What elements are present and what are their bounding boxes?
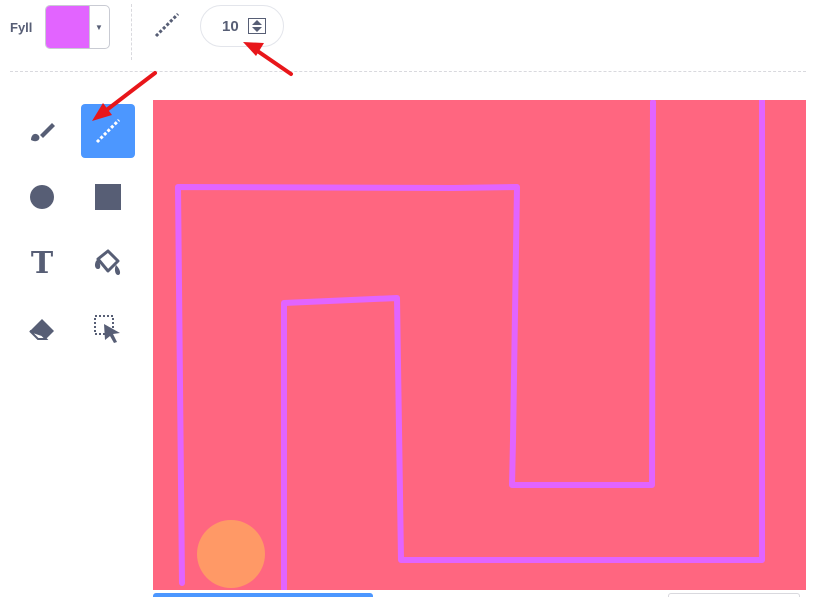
annotation-arrows: [92, 42, 293, 121]
bitmap-mode-button[interactable]: [153, 593, 373, 597]
arrow-to-size-field: [254, 48, 293, 76]
zoom-controls[interactable]: [668, 593, 800, 597]
arrow-to-line-tool: [102, 71, 157, 114]
